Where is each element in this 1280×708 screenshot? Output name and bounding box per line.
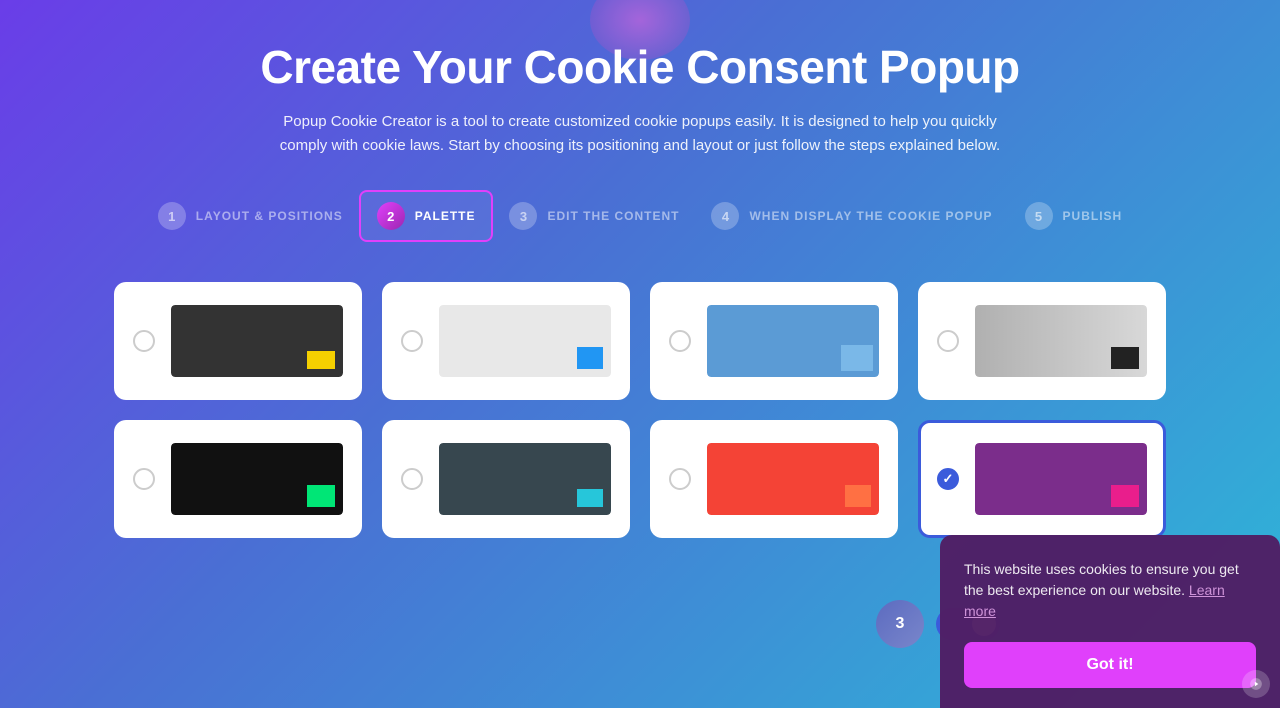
step-5-number: 5	[1025, 202, 1053, 230]
step-3-number: 3	[509, 202, 537, 230]
palette-card-4[interactable]	[918, 282, 1166, 400]
palette-radio-4[interactable]	[937, 330, 959, 352]
got-it-button[interactable]: Got it!	[964, 642, 1256, 688]
palette-card-7[interactable]	[650, 420, 898, 538]
palette-radio-5[interactable]	[133, 468, 155, 490]
palette-preview-1	[171, 305, 343, 377]
steps-navigation: 1 LAYOUT & POSITIONS 2 PALETTE 3 EDIT TH…	[142, 190, 1138, 242]
step-4-number: 4	[711, 202, 739, 230]
palette-preview-4	[975, 305, 1147, 377]
palette-card-5[interactable]	[114, 420, 362, 538]
step-2-number: 2	[377, 202, 405, 230]
audio-icon[interactable]	[1242, 670, 1270, 698]
page-subtitle: Popup Cookie Creator is a tool to create…	[270, 110, 1010, 158]
step-4-display[interactable]: 4 WHEN DISPLAY THE COOKIE POPUP	[695, 192, 1008, 240]
page-title: Create Your Cookie Consent Popup	[260, 40, 1019, 94]
step-4-label: WHEN DISPLAY THE COOKIE POPUP	[749, 209, 992, 223]
palette-preview-2	[439, 305, 611, 377]
cookie-text: This website uses cookies to ensure you …	[964, 559, 1256, 622]
cookie-consent-popup: This website uses cookies to ensure you …	[940, 535, 1280, 708]
palette-preview-7	[707, 443, 879, 515]
step-1-number: 1	[158, 202, 186, 230]
palette-radio-2[interactable]	[401, 330, 423, 352]
palette-card-8[interactable]	[918, 420, 1166, 538]
palette-preview-3	[707, 305, 879, 377]
palette-radio-7[interactable]	[669, 468, 691, 490]
step-2-palette[interactable]: 2 PALETTE	[359, 190, 494, 242]
palette-card-6[interactable]	[382, 420, 630, 538]
palette-card-3[interactable]	[650, 282, 898, 400]
step-3-label: EDIT THE CONTENT	[547, 209, 679, 223]
step-1-label: LAYOUT & POSITIONS	[196, 209, 343, 223]
palette-radio-3[interactable]	[669, 330, 691, 352]
palette-preview-5	[171, 443, 343, 515]
step-3-content[interactable]: 3 EDIT THE CONTENT	[493, 192, 695, 240]
step-5-label: PUBLISH	[1063, 209, 1123, 223]
palette-radio-8[interactable]	[937, 468, 959, 490]
palette-grid	[54, 282, 1226, 538]
palette-radio-6[interactable]	[401, 468, 423, 490]
step-1-layout[interactable]: 1 LAYOUT & POSITIONS	[142, 192, 359, 240]
palette-card-1[interactable]	[114, 282, 362, 400]
palette-radio-1[interactable]	[133, 330, 155, 352]
palette-preview-8	[975, 443, 1147, 515]
palette-preview-6	[439, 443, 611, 515]
next-step-bubble[interactable]: 3	[876, 600, 924, 648]
palette-card-2[interactable]	[382, 282, 630, 400]
step-2-label: PALETTE	[415, 209, 476, 223]
step-5-publish[interactable]: 5 PUBLISH	[1009, 192, 1139, 240]
